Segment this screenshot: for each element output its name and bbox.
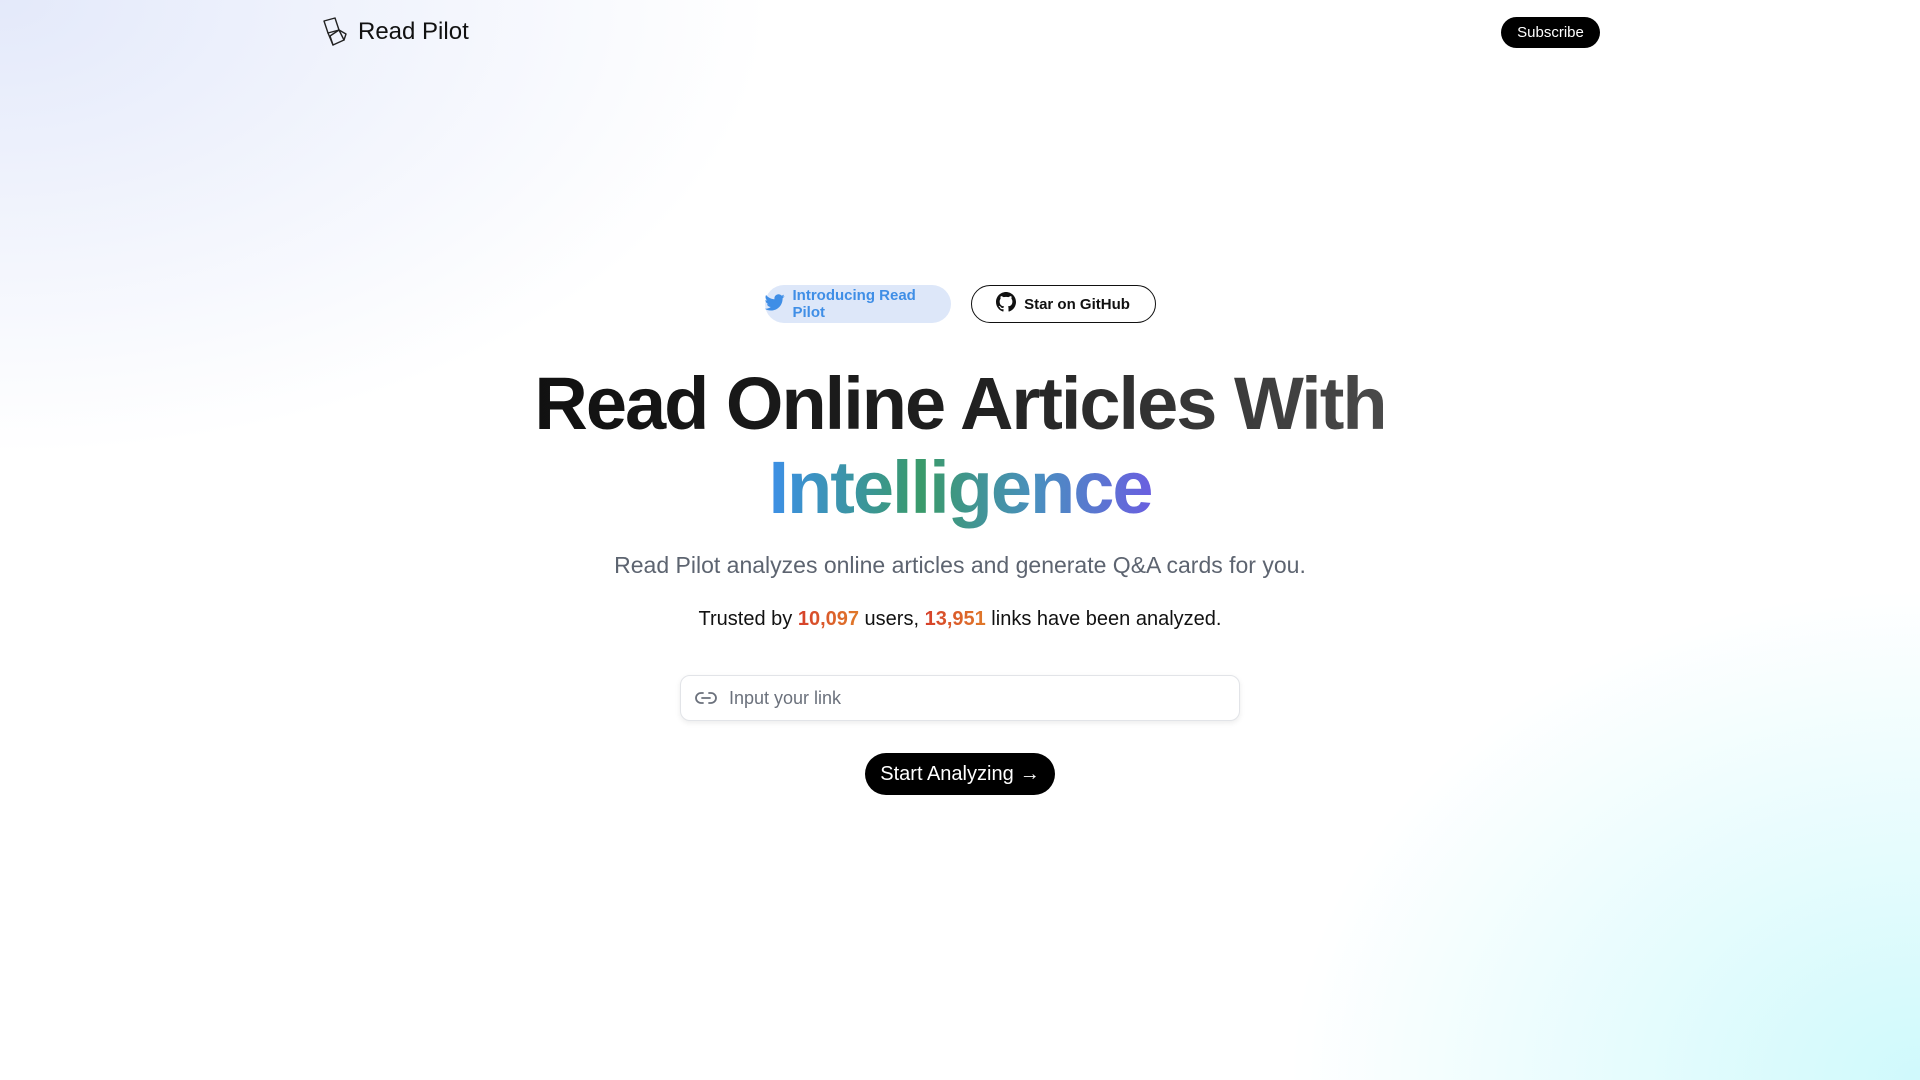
brand[interactable]: Read Pilot: [320, 15, 469, 49]
links-count: 13,951: [924, 608, 986, 630]
github-star-button[interactable]: Star on GitHub: [970, 285, 1156, 323]
links-suffix: links have been analyzed.: [985, 608, 1222, 630]
github-star-label: Star on GitHub: [1024, 295, 1130, 313]
badge-row: Introducing Read Pilot Star on GitHub: [0, 285, 1920, 323]
site-header: Read Pilot Subscribe: [0, 0, 1920, 64]
link-input-box[interactable]: [680, 675, 1240, 721]
twitter-bird-icon: [764, 293, 785, 315]
start-analyzing-button[interactable]: Start Analyzing →: [865, 753, 1055, 795]
github-icon: [996, 292, 1017, 316]
read-pilot-logo-icon: [320, 16, 350, 48]
users-suffix: users,: [859, 608, 925, 630]
link-input[interactable]: [727, 677, 1211, 719]
headline-line-2: Intelligence: [768, 446, 1153, 529]
trusted-stats: Trusted by 10,097 users, 13,951 links ha…: [0, 608, 1920, 631]
introducing-badge[interactable]: Introducing Read Pilot: [764, 285, 951, 323]
start-analyzing-label: Start Analyzing: [880, 762, 1014, 785]
introducing-badge-label: Introducing Read Pilot: [792, 287, 916, 321]
headline-line-1: Read Online Articles With: [534, 362, 1387, 445]
link-icon: [693, 685, 719, 711]
arrow-right-icon: →: [1019, 762, 1040, 785]
users-count: 10,097: [797, 608, 859, 630]
trusted-prefix: Trusted by: [698, 608, 798, 630]
brand-name: Read Pilot: [358, 18, 469, 45]
hero-headline: Read Online Articles With Intelligence: [0, 362, 1920, 530]
hero-subtitle: Read Pilot analyzes online articles and …: [614, 552, 1306, 578]
subscribe-button[interactable]: Subscribe: [1501, 17, 1600, 48]
